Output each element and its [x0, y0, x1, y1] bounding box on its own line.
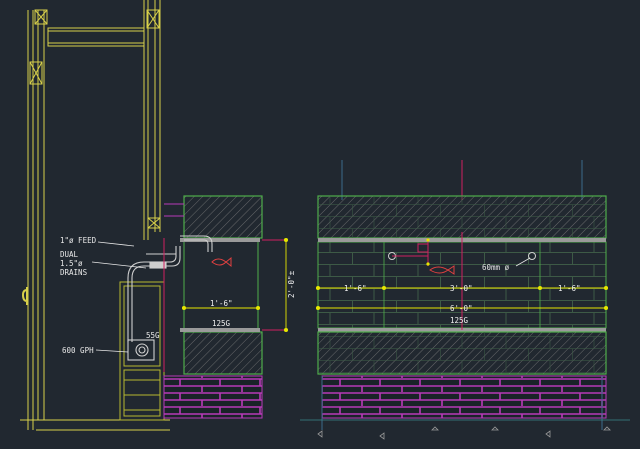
elevation-tank-volume: 125G — [450, 316, 469, 325]
elevation-overall-dim: 6'-0" — [450, 304, 473, 313]
pump-label: 600 GPH — [62, 346, 94, 355]
section-height-dim: 2'-0"± — [287, 270, 296, 298]
feed-label: 1"ø FEED — [60, 236, 97, 245]
drains-label-line2: 1.5"ø — [60, 259, 83, 268]
leader-lines — [91, 241, 147, 353]
canopy-section — [183, 195, 263, 239]
stand-top-section — [183, 331, 263, 375]
elevation-right-dim: 1'-6" — [558, 284, 581, 293]
section-dimension-lines — [181, 237, 289, 333]
sump-label: 55G — [146, 331, 160, 340]
floor-markers — [317, 426, 611, 440]
section-tank-volume: 125G — [212, 319, 231, 328]
elevation-center-dim: 3'-0" — [450, 284, 473, 293]
cabinet — [119, 281, 165, 421]
section-width-dim: 1'-6" — [210, 299, 233, 308]
front-elevation: 60mm ø 1'-6" 3'-0" 1'-6" 6'-0" 125G — [300, 160, 630, 440]
cad-drawing-canvas: 1"ø FEED DUAL 1.5"ø DRAINS 600 GPH 55G 1… — [20, 0, 630, 440]
brick-base-elevation — [321, 375, 607, 419]
tank-section — [180, 238, 260, 332]
section-view: 1"ø FEED DUAL 1.5"ø DRAINS 600 GPH 55G 1… — [20, 0, 296, 431]
drains-label-line3: DRAINS — [60, 268, 88, 277]
drains-label-line1: DUAL — [60, 250, 79, 259]
brick-base-section — [163, 375, 263, 419]
hole-size-label: 60mm ø — [482, 263, 510, 272]
elevation-left-dim: 1'-6" — [344, 284, 367, 293]
